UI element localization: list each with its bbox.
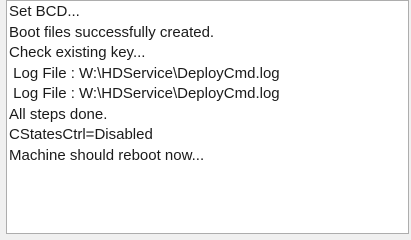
log-line: Machine should reboot now...: [9, 146, 205, 164]
log-line: Log File : W:\HDService\DeployCmd.log: [9, 64, 280, 82]
log-line: CStatesCtrl=Disabled: [9, 126, 153, 143]
log-line: Log File : W:\HDService\DeployCmd.log: [9, 85, 280, 102]
log-line: Boot files successfully created.: [9, 23, 215, 41]
log-line: Set BCD...: [9, 3, 80, 20]
log-line: Check existing key...: [9, 44, 146, 61]
log-output-box[interactable]: Set BCD... Boot files successfully creat…: [6, 0, 409, 234]
log-line: All steps done.: [9, 105, 108, 123]
